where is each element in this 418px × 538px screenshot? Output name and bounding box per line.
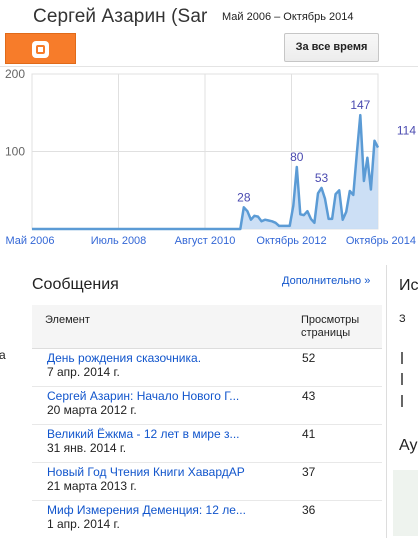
chart-x-axis: Май 2006 Июль 2008 Август 2010 Октябрь 2012… (5, 235, 416, 247)
date-range-label: Май 2006 – Октябрь 2014 (211, 4, 362, 28)
table-row: Миф Измерения Деменция: 12 ле... 1 апр. … (32, 501, 382, 538)
more-posts-link[interactable]: Дополнительно » (282, 275, 370, 287)
chart-data-label: 80 (290, 150, 304, 164)
post-views: 37 (302, 465, 316, 479)
post-date: 20 марта 2012 г. (47, 403, 137, 417)
post-views: 36 (302, 503, 316, 517)
posts-table-header: Элемент Просмотры страницы (32, 305, 382, 349)
chart-data-label: 147 (350, 98, 370, 112)
post-date: 31 янв. 2014 г. (47, 441, 127, 455)
right-panel-link-marker (401, 373, 403, 385)
right-panel-link-marker (401, 352, 403, 364)
pageviews-chart: 100 200 Май 2006 Июль 2008 Август 2010 Октяб… (5, 67, 416, 247)
right-panel-link-marker (401, 395, 403, 407)
post-views: 41 (302, 427, 316, 441)
posts-section-title: Сообщения (32, 276, 119, 293)
table-row: Новый Год Чтения Книги ХавардАР 21 марта… (32, 463, 382, 501)
audience-map (393, 470, 418, 536)
post-views: 52 (302, 351, 316, 365)
post-title-link[interactable]: Новый Год Чтения Книги ХавардАР (47, 465, 257, 479)
chart-y-axis: 100 200 (5, 67, 25, 159)
blogger-home-button[interactable] (5, 33, 76, 64)
post-title-link[interactable]: Сергей Азарин: Начало Нового Г... (47, 389, 257, 403)
table-row: Великий Ёжкма - 12 лет в мире з... 31 ян… (32, 425, 382, 463)
chart-y-tick: 100 (5, 145, 25, 159)
post-title-link[interactable]: День рождения сказочника. (47, 351, 257, 365)
table-row: Сергей Азарин: Начало Нового Г... 20 мар… (32, 387, 382, 425)
period-select-button[interactable]: За все время (284, 33, 379, 62)
blog-title: Сергей Азарин (Sar (33, 6, 208, 27)
chart-x-tick: Август 2010 (175, 235, 236, 247)
post-date: 21 марта 2013 г. (47, 479, 137, 493)
left-panel-fragment: а (0, 348, 6, 362)
chart-x-tick: Июль 2008 (91, 235, 147, 247)
audience-section-title: Ау (399, 437, 418, 454)
column-header-views: Просмотры страницы (301, 314, 360, 339)
column-header-element: Элемент (45, 314, 90, 326)
post-title-link[interactable]: Миф Измерения Деменция: 12 ле... (47, 503, 257, 517)
post-title-link[interactable]: Великий Ёжкма - 12 лет в мире з... (47, 427, 257, 441)
chart-x-tick: Октябрь 2012 (256, 235, 326, 247)
chart-data-label: 114 (397, 124, 416, 138)
post-date: 1 апр. 2014 г. (47, 517, 120, 531)
post-views: 43 (302, 389, 316, 403)
blogger-logo-icon (32, 41, 49, 58)
right-panel-title: Ис (399, 277, 418, 294)
chart-x-tick: Май 2006 (5, 235, 54, 247)
chart-y-tick: 200 (5, 67, 25, 81)
chart-x-tick: Октябрь 2014 (346, 235, 416, 247)
right-panel-subheader: З (399, 313, 406, 325)
post-date: 7 апр. 2014 г. (47, 365, 120, 379)
table-row: День рождения сказочника. 7 апр. 2014 г.… (32, 349, 382, 387)
right-panel-partial: Ис З Ау (386, 265, 418, 538)
chart-data-label: 53 (315, 171, 329, 185)
chart-data-label: 28 (237, 190, 251, 204)
